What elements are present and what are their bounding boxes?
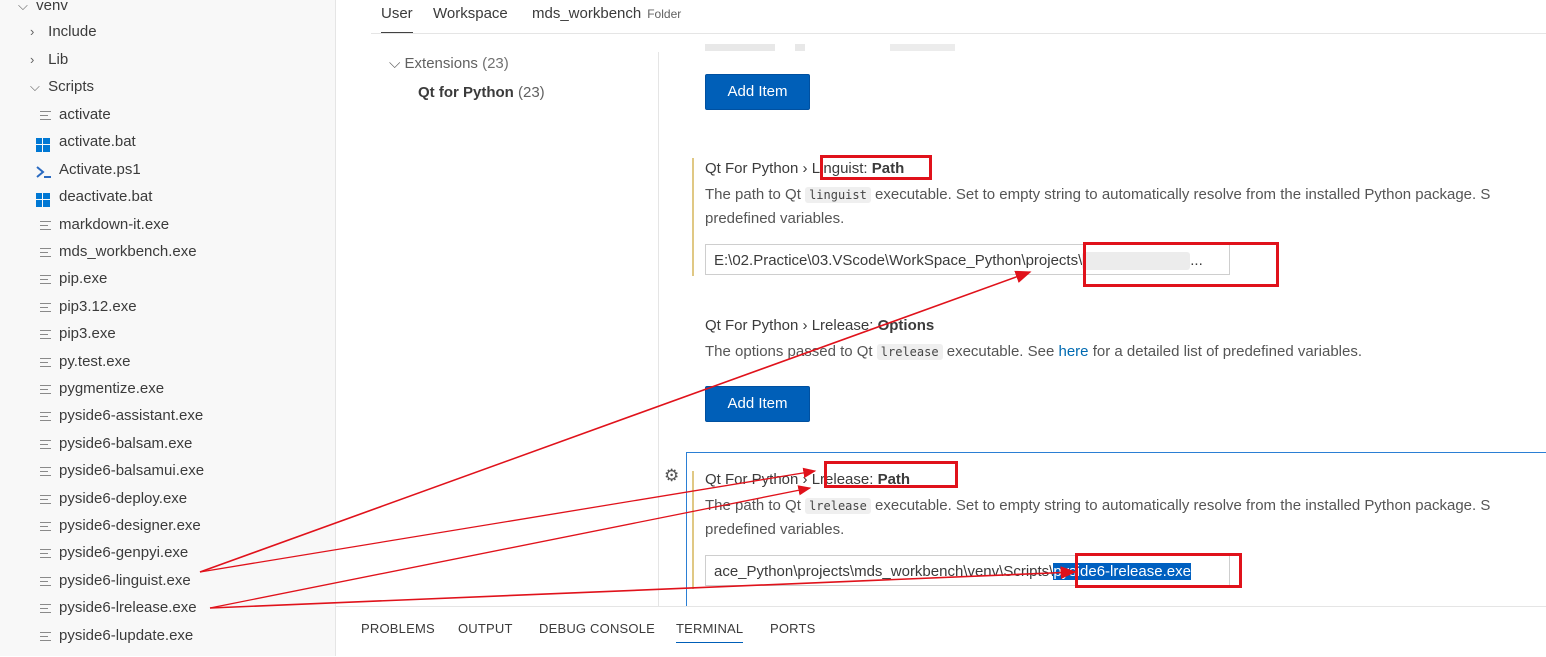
arrow-to-lrelease-path [209, 566, 1077, 609]
arrow-to-linguist-title [199, 467, 817, 573]
arrow-to-lrelease-title [209, 485, 812, 609]
annotation-arrows [199, 270, 1077, 609]
